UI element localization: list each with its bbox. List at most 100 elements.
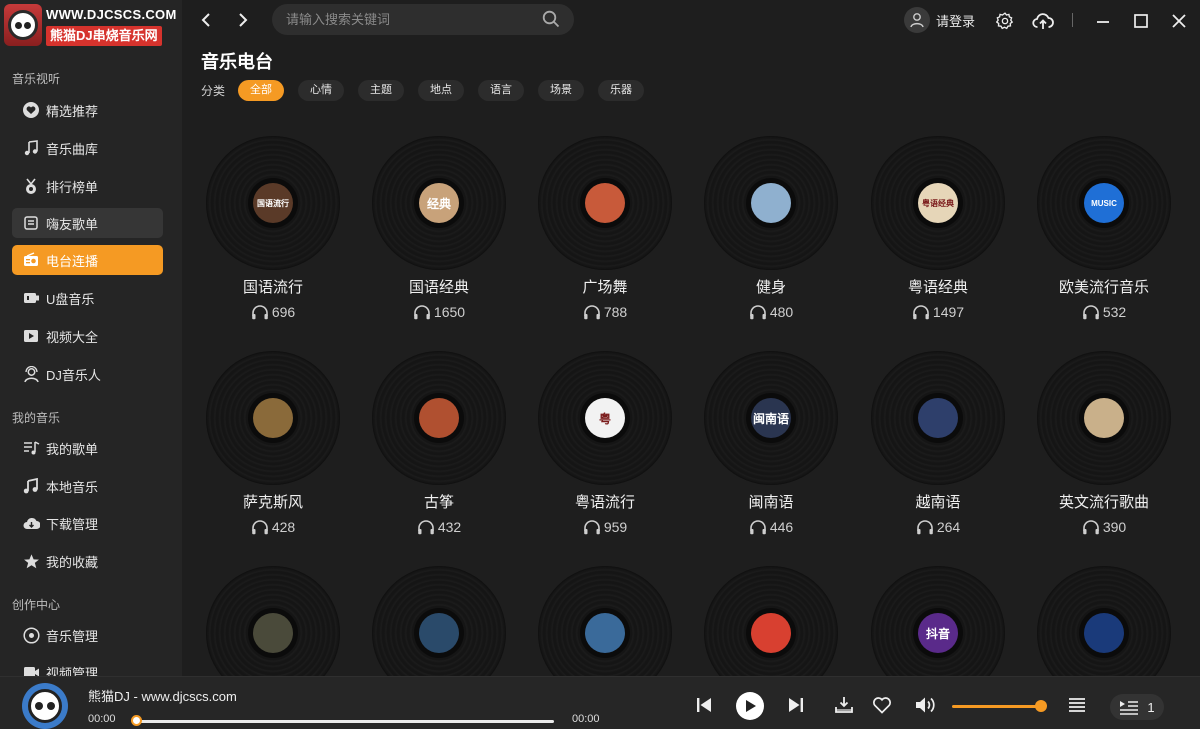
maximize-button[interactable] [1130, 10, 1152, 32]
volume-slider[interactable] [952, 705, 1042, 708]
close-button[interactable] [1168, 10, 1190, 32]
sidebar-item-usb[interactable]: U盘音乐 [12, 283, 163, 313]
vinyl-record [704, 566, 838, 676]
download-icon [835, 697, 853, 713]
station-cover-text: 国语流行 [257, 198, 289, 208]
record-label [248, 608, 298, 658]
record-label [1079, 393, 1129, 443]
category-chip-theme[interactable]: 主题 [358, 79, 405, 101]
sidebar-item-videos[interactable]: 视频大全 [12, 321, 163, 351]
station-card[interactable]: 英文流行歌曲 390 [1013, 333, 1179, 548]
record-label: 国语流行 [248, 178, 298, 228]
sidebar-item-featured[interactable]: 精选推荐 [12, 95, 163, 125]
category-chip-mood[interactable]: 心情 [298, 79, 345, 101]
station-card[interactable]: 粤语经典 粤语经典 1497 [847, 118, 1013, 333]
sidebar-item-charts[interactable]: 排行榜单 [12, 171, 163, 201]
minimize-button[interactable] [1092, 10, 1114, 32]
station-card[interactable]: 粤粤语流行 959 [514, 333, 680, 548]
logo-name: 熊猫DJ串烧音乐网 [46, 26, 162, 46]
volume-handle[interactable] [1035, 700, 1048, 712]
progress-bar[interactable] [131, 715, 554, 726]
heart-icon [873, 697, 891, 714]
station-title: 健身 [755, 279, 786, 296]
vinyl-record [1037, 351, 1171, 485]
station-card[interactable] [348, 548, 514, 676]
login-button[interactable]: 请登录 [904, 6, 975, 34]
station-title: 闽南语 [748, 494, 794, 511]
station-card[interactable]: 萨克斯风 428 [182, 333, 348, 548]
category-chip-place[interactable]: 地点 [418, 79, 465, 101]
next-button[interactable] [784, 693, 808, 717]
sidebar-item-video-manage[interactable]: 视频管理 [12, 657, 163, 676]
station-cover-text: 粤语经典 [922, 198, 954, 208]
station-title: 国语流行 [242, 279, 303, 296]
sidebar-item-label: DJ音乐人 [46, 367, 101, 383]
back-button[interactable] [194, 8, 218, 32]
station-card[interactable] [182, 548, 348, 676]
chevron-right-icon [239, 13, 248, 27]
sidebar-item-radio[interactable]: 电台连播 [12, 245, 163, 275]
now-playing-title: 熊猫DJ - www.djcscs.com [88, 689, 237, 704]
upload-button[interactable] [1032, 10, 1054, 32]
play-queue-button[interactable]: 1 [1110, 694, 1164, 720]
time-total: 00:00 [572, 713, 600, 725]
sidebar-item-downloads[interactable]: 下载管理 [12, 508, 163, 538]
station-title: 越南语 [915, 494, 961, 511]
search-input[interactable] [284, 11, 533, 28]
settings-button[interactable] [994, 10, 1016, 32]
volume-button[interactable] [912, 693, 940, 717]
play-button[interactable] [736, 692, 764, 720]
station-title: 国语经典 [408, 279, 469, 296]
category-chip-language[interactable]: 语言 [478, 79, 525, 101]
vinyl-record [871, 351, 1005, 485]
station-card[interactable]: 经典 国语经典 1650 [348, 118, 514, 333]
sidebar-item-library[interactable]: 音乐曲库 [12, 133, 163, 163]
playlist-menu-button[interactable] [1066, 694, 1088, 716]
video-manage-icon [22, 663, 40, 676]
previous-button[interactable] [692, 693, 716, 717]
listener-count-value: 446 [769, 519, 794, 535]
station-card[interactable]: 抖音 [847, 548, 1013, 676]
progress-handle[interactable] [131, 715, 142, 726]
category-chip-scene[interactable]: 场景 [538, 79, 585, 101]
category-chip-instrument[interactable]: 乐器 [598, 79, 645, 101]
station-card[interactable]: 广场舞 788 [514, 118, 680, 333]
station-card[interactable]: 闽南语 闽南语 446 [680, 333, 846, 548]
station-cover [751, 183, 791, 223]
record-label: 抖音 [913, 608, 963, 658]
forward-button[interactable] [231, 8, 255, 32]
sidebar-item-label: 嗨友歌单 [46, 216, 99, 232]
search-icon[interactable] [542, 10, 560, 33]
like-button[interactable] [870, 693, 894, 717]
station-card[interactable]: 古筝 432 [348, 333, 514, 548]
station-title: 古筝 [423, 494, 454, 511]
station-card[interactable] [514, 548, 680, 676]
station-card[interactable]: MUSIC 欧美流行音乐 532 [1013, 118, 1179, 333]
sidebar-item-my-playlists[interactable]: 我的歌单 [12, 433, 163, 463]
app-logo[interactable]: WWW.DJCSCS.COM 熊猫DJ串烧音乐网 [4, 4, 176, 48]
station-card[interactable]: 国语流行 国语流行 696 [182, 118, 348, 333]
station-card[interactable]: 越南语 264 [847, 333, 1013, 548]
queue-count: 1 [1147, 699, 1155, 715]
category-chip-all[interactable]: 全部 [238, 79, 285, 101]
sidebar-item-favorites[interactable]: 我的收藏 [12, 546, 163, 576]
menu-icon [1069, 698, 1085, 712]
listener-count: 446 [680, 519, 862, 535]
headphones-icon [912, 304, 930, 320]
playlist-icon [22, 214, 40, 232]
sidebar-item-playlists[interactable]: 嗨友歌单 [12, 208, 163, 238]
toolbar-divider [1072, 13, 1073, 27]
station-cover [751, 613, 791, 653]
station-card[interactable] [680, 548, 846, 676]
now-playing-cover[interactable] [22, 683, 68, 729]
download-button[interactable] [832, 693, 856, 717]
station-cover [419, 613, 459, 653]
sidebar-item-music-manage[interactable]: 音乐管理 [12, 620, 163, 650]
station-card[interactable]: 健身 480 [680, 118, 846, 333]
section-title-my-music: 我的音乐 [12, 411, 61, 425]
station-card[interactable] [1013, 548, 1179, 676]
station-cover-text: 经典 [426, 196, 451, 211]
category-filter: 分类 全部 心情 主题 地点 语言 场景 乐器 [201, 79, 658, 101]
sidebar-item-local-music[interactable]: 本地音乐 [12, 471, 163, 501]
sidebar-item-dj-artists[interactable]: DJ音乐人 [12, 359, 163, 389]
